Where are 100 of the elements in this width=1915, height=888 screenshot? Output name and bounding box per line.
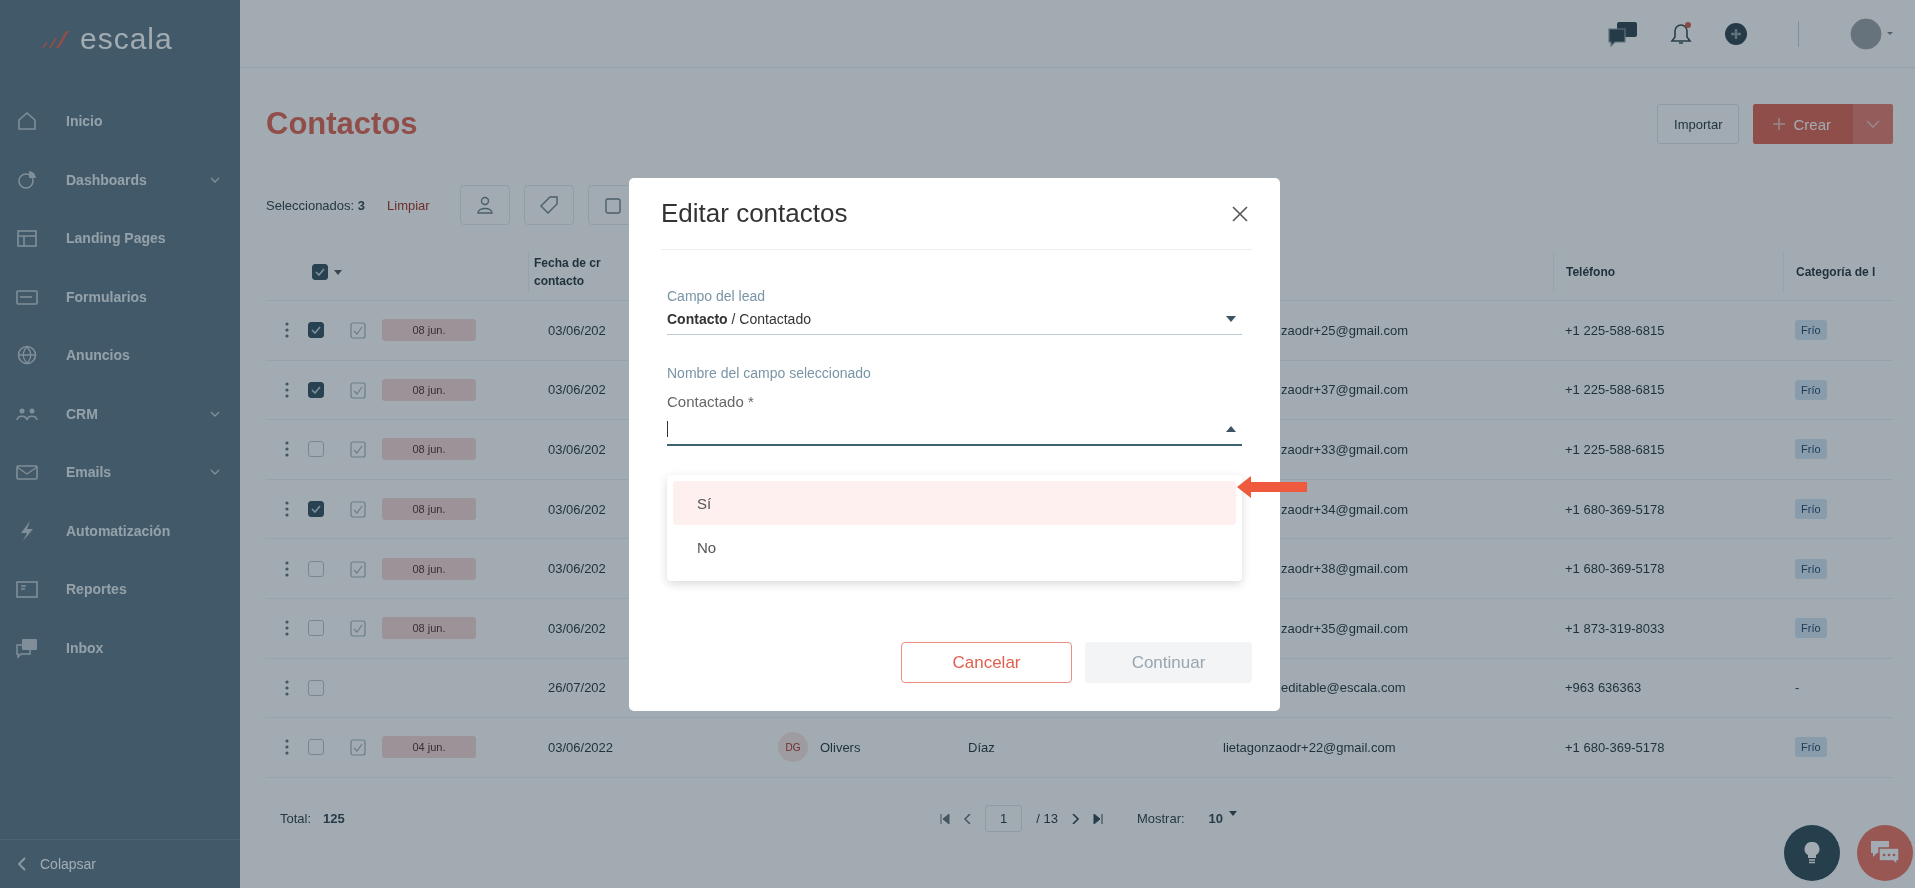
select-all-checkbox[interactable] bbox=[312, 264, 328, 280]
table-cell: zaodr+35@gmail.com bbox=[1281, 620, 1408, 636]
table-cell: Olivers bbox=[820, 739, 861, 755]
page-size-select[interactable]: 10 bbox=[1208, 811, 1238, 827]
next-page-icon bbox=[1071, 813, 1079, 824]
table-cell: 03/06/2022 bbox=[548, 739, 614, 755]
dropdown-option[interactable]: No bbox=[673, 525, 1236, 569]
report-icon bbox=[16, 578, 38, 601]
more-vertical-icon bbox=[285, 679, 289, 696]
nav-item[interactable]: Emails bbox=[0, 443, 240, 502]
field-label: Nombre del campo seleccionado bbox=[667, 365, 872, 381]
last-page-icon bbox=[1092, 813, 1103, 824]
clipboard-check-icon bbox=[350, 619, 366, 638]
row-checkbox[interactable] bbox=[308, 501, 324, 518]
date-chip: 08 jun. bbox=[382, 378, 476, 401]
page-field[interactable]: 1 bbox=[985, 805, 1023, 833]
clipboard-icon bbox=[604, 196, 621, 214]
dropdown-button[interactable] bbox=[1853, 104, 1893, 144]
date-chip: 08 jun. bbox=[382, 498, 476, 521]
clipboard-check-icon bbox=[350, 440, 366, 459]
row-checkbox[interactable] bbox=[308, 441, 324, 458]
nav-item[interactable]: Reportes bbox=[0, 560, 240, 619]
caret-down-icon bbox=[334, 269, 342, 275]
dialog-title: Editar contactos bbox=[661, 198, 848, 229]
check-icon bbox=[311, 326, 321, 335]
cancel-button[interactable]: Cancelar bbox=[901, 642, 1072, 683]
nav-item[interactable]: Inbox bbox=[0, 618, 240, 677]
close-icon bbox=[1232, 205, 1248, 222]
check-icon bbox=[311, 505, 321, 514]
previous-page-icon bbox=[964, 813, 971, 824]
date-chip: 08 jun. bbox=[382, 438, 476, 461]
clipboard-check-icon bbox=[350, 380, 366, 399]
row-checkbox[interactable] bbox=[308, 381, 324, 398]
table-cell: zaodr+33@gmail.com bbox=[1281, 442, 1408, 457]
globe-icon bbox=[16, 344, 38, 367]
dropdown-option[interactable]: Sí bbox=[673, 481, 1236, 525]
nav-item[interactable]: Automatización bbox=[0, 501, 240, 560]
table-cell: - bbox=[1795, 680, 1800, 696]
nav-item[interactable]: Formularios bbox=[0, 267, 240, 326]
home-icon bbox=[16, 110, 38, 133]
more-vertical-icon bbox=[285, 739, 289, 756]
page-size-label: Mostrar: bbox=[1136, 811, 1185, 827]
table-cell: +963 636363 bbox=[1565, 680, 1642, 696]
chevron-icon bbox=[210, 410, 220, 417]
more-vertical-icon bbox=[285, 620, 289, 637]
table-cell: 03/06/202 bbox=[548, 322, 606, 338]
nav-item[interactable]: Landing Pages bbox=[0, 209, 240, 268]
lightbulb-icon bbox=[1804, 841, 1820, 865]
plus-icon bbox=[1773, 118, 1786, 130]
layout-icon bbox=[16, 227, 38, 250]
date-chip: 08 jun. bbox=[382, 557, 476, 580]
table-cell: zaodr+37@gmail.com bbox=[1281, 382, 1408, 398]
field-label: Contactado * bbox=[667, 393, 755, 410]
clipboard-check-icon bbox=[350, 738, 366, 757]
import-button[interactable]: Importar bbox=[1657, 104, 1740, 144]
nav-item[interactable]: Anuncios bbox=[0, 326, 240, 385]
check-icon bbox=[315, 268, 325, 276]
category-tag: Frío bbox=[1795, 618, 1827, 639]
clear-link[interactable]: Limpiar bbox=[387, 197, 430, 213]
caret-up-icon bbox=[1226, 426, 1236, 432]
caret-down-icon bbox=[1226, 316, 1236, 322]
lead-field-select[interactable]: Contacto / Contactado bbox=[667, 304, 1242, 335]
person-icon bbox=[476, 196, 493, 214]
row-checkbox[interactable] bbox=[308, 322, 324, 339]
table-cell: +1 873-319-8033 bbox=[1565, 620, 1665, 636]
first-page-icon bbox=[940, 813, 950, 824]
row-checkbox[interactable] bbox=[308, 679, 324, 696]
column-header: Teléfono bbox=[1566, 265, 1616, 279]
nav-item[interactable]: Inicio bbox=[0, 92, 240, 151]
assign-button[interactable] bbox=[459, 185, 510, 225]
caret-down-icon bbox=[1229, 811, 1238, 817]
pie-chart-icon bbox=[16, 168, 38, 191]
table-cell: zaodr+34@gmail.com bbox=[1281, 501, 1408, 517]
table-cell: Díaz bbox=[968, 739, 995, 755]
chevron-icon bbox=[210, 176, 220, 183]
table-cell: 03/06/202 bbox=[548, 620, 606, 636]
row-checkbox[interactable] bbox=[308, 560, 324, 577]
table-cell: +1 680-369-5178 bbox=[1565, 501, 1665, 517]
tag-button[interactable] bbox=[523, 185, 574, 225]
table-cell: zaodr+38@gmail.com bbox=[1281, 561, 1408, 577]
table-cell: +1 225-588-6815 bbox=[1565, 322, 1665, 338]
table-cell: +1 680-369-5178 bbox=[1565, 561, 1665, 577]
category-tag: Frío bbox=[1795, 439, 1827, 460]
more-vertical-icon bbox=[285, 322, 289, 339]
plus-circle-icon bbox=[1724, 21, 1748, 46]
table-cell: +1 680-369-5178 bbox=[1565, 739, 1665, 755]
date-chip: 08 jun. bbox=[382, 617, 476, 640]
category-tag: Frío bbox=[1795, 737, 1827, 758]
row-checkbox[interactable] bbox=[308, 739, 324, 756]
pointer-arrow bbox=[1237, 475, 1307, 499]
nav-item[interactable]: CRM bbox=[0, 384, 240, 443]
chevron-icon bbox=[1866, 120, 1880, 128]
table-cell: editable@escala.com bbox=[1281, 680, 1406, 696]
more-vertical-icon bbox=[285, 381, 289, 398]
row-checkbox[interactable] bbox=[308, 620, 324, 637]
field-label: Campo del lead bbox=[667, 288, 767, 304]
nav-item[interactable]: Dashboards bbox=[0, 150, 240, 209]
column-header: Fecha de cr contacto bbox=[534, 255, 602, 290]
category-tag: Frío bbox=[1795, 558, 1827, 579]
check-icon bbox=[311, 385, 321, 394]
